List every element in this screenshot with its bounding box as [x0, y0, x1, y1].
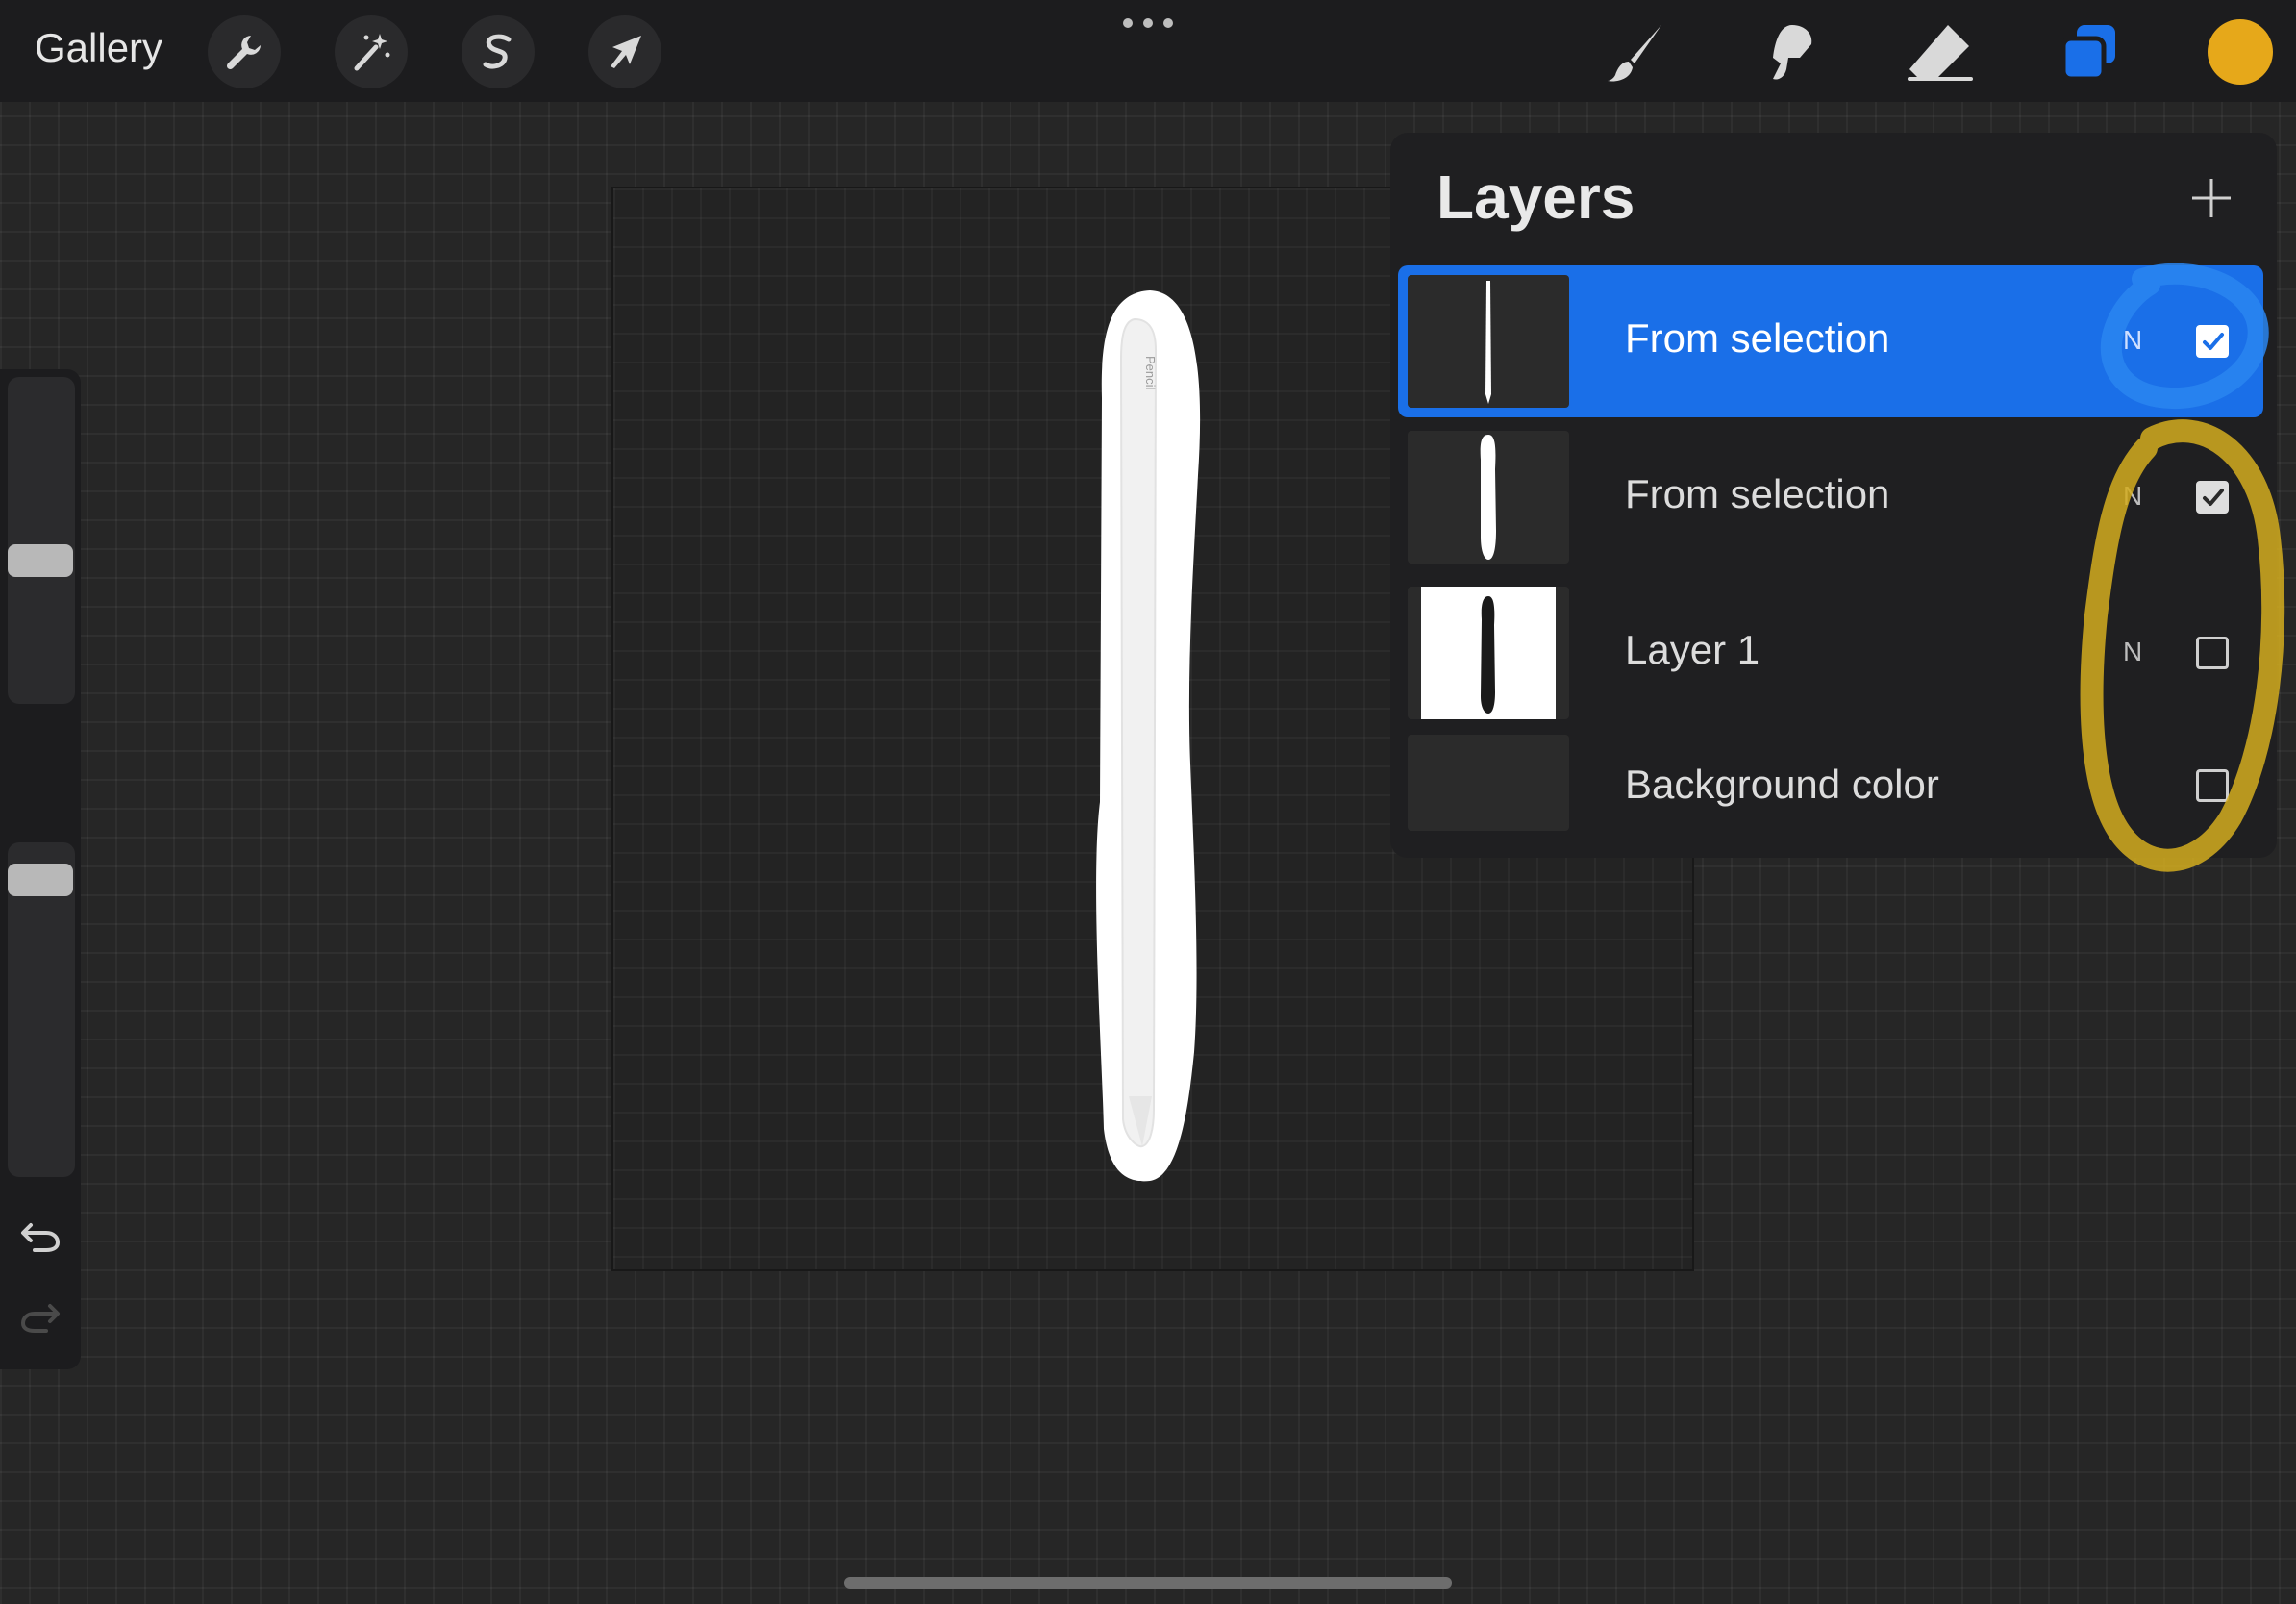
undo-icon[interactable] [19, 1217, 62, 1256]
brush-size-slider[interactable] [8, 377, 75, 704]
wrench-icon [226, 36, 261, 70]
layers-panel: Layers From selection N From selection N [1390, 133, 2277, 858]
color-picker-button[interactable] [2208, 19, 2273, 85]
checkmark-icon [2203, 333, 2224, 350]
layer-thumbnail [1408, 275, 1569, 408]
layer-row-background-color[interactable]: Background color [1398, 729, 2263, 839]
visibility-checkbox[interactable] [2196, 325, 2229, 358]
layers-title: Layers [1436, 163, 1635, 232]
blend-mode[interactable]: N [2123, 637, 2142, 667]
layer-name: From selection [1625, 315, 1890, 361]
layers-icon [2060, 25, 2115, 82]
checkmark-icon [2203, 489, 2224, 506]
eraser-button[interactable] [1900, 13, 1979, 92]
magic-wand-icon [354, 34, 390, 71]
brush-size-thumb[interactable] [8, 544, 73, 577]
selection-button[interactable] [462, 15, 535, 88]
layer-name: From selection [1625, 471, 1890, 516]
layer-row-from-selection-1[interactable]: From selection N [1398, 265, 2263, 417]
blend-mode[interactable]: N [2123, 481, 2142, 512]
selection-s-icon [483, 34, 512, 69]
visibility-checkbox[interactable] [2196, 769, 2229, 802]
more-dots-icon[interactable] [1123, 13, 1173, 33]
layer-thumbnail [1408, 431, 1569, 564]
layers-button[interactable] [2050, 13, 2129, 92]
blend-mode[interactable]: N [2123, 325, 2142, 356]
opacity-thumb[interactable] [8, 864, 73, 896]
layer-row-from-selection-2[interactable]: From selection N [1398, 421, 2263, 573]
gallery-button[interactable]: Gallery [35, 25, 162, 71]
layer-thumbnail [1408, 587, 1569, 719]
layer-name: Layer 1 [1625, 627, 1760, 672]
transform-button[interactable] [588, 15, 661, 88]
layer-name: Background color [1625, 762, 1939, 807]
pencil-engraving: Pencil [1143, 356, 1158, 390]
transform-arrow-icon [611, 36, 641, 68]
visibility-checkbox[interactable] [2196, 637, 2229, 669]
top-toolbar: Gallery [0, 0, 2296, 102]
home-indicator[interactable] [844, 1577, 1452, 1589]
eraser-icon [1908, 25, 1973, 81]
brush-icon [1608, 25, 1661, 82]
smudge-icon [1773, 25, 1812, 80]
actions-button[interactable] [208, 15, 281, 88]
add-layer-plus-icon[interactable] [2190, 177, 2233, 219]
adjustments-button[interactable] [335, 15, 408, 88]
visibility-checkbox[interactable] [2196, 481, 2229, 514]
left-sidebar [0, 369, 81, 1369]
background-color-swatch [1408, 735, 1569, 831]
redo-icon[interactable] [19, 1298, 62, 1337]
smudge-button[interactable] [1748, 13, 1827, 92]
layer-row-layer-1[interactable]: Layer 1 N [1398, 577, 2263, 729]
brush-button[interactable] [1596, 13, 1675, 92]
